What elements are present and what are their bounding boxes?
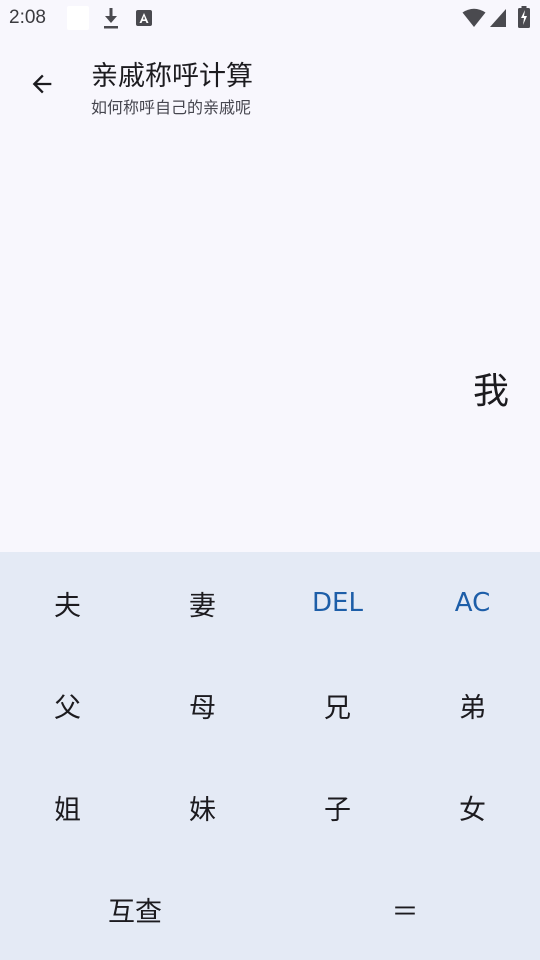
key-elder-brother[interactable]: 兄 xyxy=(270,654,405,756)
key-wife[interactable]: 妻 xyxy=(135,552,270,654)
mutual-lookup-button[interactable]: 互查 xyxy=(0,858,270,960)
app-bar: 亲戚称呼计算 如何称呼自己的亲戚呢 xyxy=(0,36,540,132)
key-son[interactable]: 子 xyxy=(270,756,405,858)
equals-button[interactable]: ＝ xyxy=(270,858,540,960)
page-title: 亲戚称呼计算 xyxy=(91,61,253,92)
keypad: 夫 妻 DEL AC 父 母 兄 弟 姐 妹 子 女 互查 ＝ xyxy=(0,552,540,960)
status-bar: 2:08 xyxy=(0,0,540,36)
key-husband[interactable]: 夫 xyxy=(0,552,135,654)
status-time: 2:08 xyxy=(9,7,46,28)
result-display: 我 xyxy=(0,132,540,552)
key-mother[interactable]: 母 xyxy=(135,654,270,756)
download-icon xyxy=(104,8,118,29)
key-father[interactable]: 父 xyxy=(0,654,135,756)
page-subtitle: 如何称呼自己的亲戚呢 xyxy=(91,98,252,117)
battery-charging-icon xyxy=(518,6,530,28)
back-button[interactable] xyxy=(18,60,66,108)
font-a-icon xyxy=(136,10,152,26)
key-younger-sister[interactable]: 妹 xyxy=(135,756,270,858)
key-younger-brother[interactable]: 弟 xyxy=(405,654,540,756)
cell-signal-icon xyxy=(490,9,506,27)
key-elder-sister[interactable]: 姐 xyxy=(0,756,135,858)
wifi-icon xyxy=(462,8,486,27)
white-square-icon xyxy=(67,6,89,30)
clear-all-button[interactable]: AC xyxy=(405,552,540,654)
delete-button[interactable]: DEL xyxy=(270,552,405,654)
relation-display-value: 我 xyxy=(472,371,509,412)
arrow-back-icon xyxy=(32,74,52,94)
key-daughter[interactable]: 女 xyxy=(405,756,540,858)
